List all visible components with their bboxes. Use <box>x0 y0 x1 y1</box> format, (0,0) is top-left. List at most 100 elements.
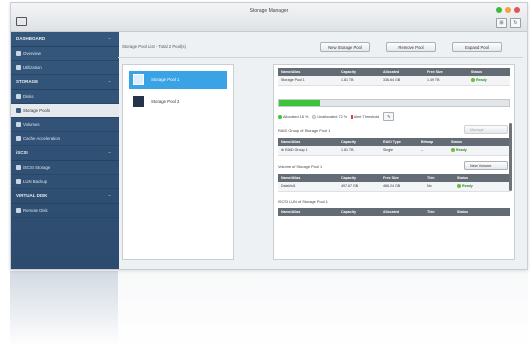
cell-capacity: 1.81 TB <box>341 78 354 82</box>
window-controls <box>496 7 520 13</box>
pool-detail-panel: Name/Alias Capacity Allocated Free Size … <box>273 64 515 260</box>
column-header[interactable]: Status <box>454 208 494 216</box>
legend-label: Unallocated 72 % <box>317 114 348 119</box>
pool-item-1[interactable]: Storage Pool 1 <box>129 71 227 89</box>
cell-name: Storage Pool 1 <box>281 78 305 82</box>
table-row[interactable]: DataVol1 497.67 GB 486.24 GB No Ready <box>278 182 510 192</box>
column-header[interactable]: Free Size <box>380 174 424 182</box>
sidebar-item-label: iSCSI Storage <box>23 165 51 170</box>
cache-icon <box>16 136 21 141</box>
header-divider <box>118 57 523 58</box>
column-header[interactable]: Free Size <box>424 68 468 76</box>
ready-check-icon <box>451 148 455 153</box>
sidebar-section-storage[interactable]: STORAGE − <box>11 75 119 90</box>
sidebar-item-disks[interactable]: Disks <box>11 90 119 104</box>
volume-section-title: Volume of Storage Pool 1 <box>278 164 323 169</box>
sidebar-item-lun-backup[interactable]: LUN Backup <box>11 175 119 189</box>
section-label: VIRTUAL DISK <box>16 193 48 198</box>
column-header[interactable]: Capacity <box>338 174 380 182</box>
collapse-icon: − <box>108 36 111 42</box>
window-title: Storage Manager <box>249 8 289 14</box>
sidebar-item-utilization[interactable]: Utilization <box>11 61 119 75</box>
column-header[interactable]: Allocated <box>380 68 424 76</box>
sidebar-item-label: LUN Backup <box>23 179 48 184</box>
usage-bar-fill <box>279 100 321 106</box>
grid-view-icon[interactable]: ⊞ <box>496 18 507 28</box>
expand-pool-button[interactable]: Expand Pool <box>452 42 502 52</box>
collapse-icon: − <box>108 193 111 199</box>
status-text: Ready <box>462 184 473 188</box>
legend-label: Alert Threshold <box>353 114 380 119</box>
sidebar-item-label: Utilization <box>23 65 42 70</box>
column-header[interactable]: Name/Alias <box>278 68 338 76</box>
column-header[interactable]: Capacity <box>338 138 380 146</box>
unallocated-swatch <box>312 114 317 119</box>
sidebar-item-cache-acceleration[interactable]: Cache Acceleration <box>11 132 119 146</box>
pool-label: Storage Pool 1 <box>151 77 180 82</box>
sidebar-item-label: Remote Disk <box>23 208 48 213</box>
pool-item-2[interactable]: Storage Pool 2 <box>129 93 227 111</box>
cell-free: 486.24 GB <box>383 184 401 188</box>
storage-pool-list: Storage Pool 1 Storage Pool 2 <box>122 64 234 260</box>
sidebar-section-dashboard[interactable]: DASHBOARD − <box>11 32 119 47</box>
legend-threshold: Alert Threshold <box>351 114 380 119</box>
column-header[interactable]: Allocated <box>380 208 424 216</box>
manage-button[interactable]: Manage <box>464 125 508 134</box>
column-header[interactable]: Bitmap <box>418 138 448 146</box>
sidebar-item-remote-disk[interactable]: Remote Disk <box>11 204 119 218</box>
section-label: STORAGE <box>16 79 39 84</box>
raid-section-title: RAID Group of Storage Pool 1 <box>278 128 331 133</box>
cell-free: 1.49 TB <box>427 78 440 82</box>
cell-text: RAID Group 1 <box>285 148 308 152</box>
column-header[interactable]: Name/Alias <box>278 138 338 146</box>
cell-status: Ready <box>454 182 494 191</box>
cell-name: DataVol1 <box>281 184 296 188</box>
column-header[interactable]: Status <box>448 138 488 146</box>
reflection-sidebar <box>10 271 118 347</box>
table-header: Name/Alias Capacity Allocated Thin Statu… <box>278 208 510 216</box>
column-header[interactable]: Thin <box>424 174 454 182</box>
column-header[interactable]: Capacity <box>338 68 380 76</box>
breadcrumb: Storage Pool List - Total 2 Pool(s) <box>122 44 186 49</box>
refresh-icon[interactable]: ↻ <box>510 18 521 28</box>
app-icon <box>16 17 27 26</box>
new-volume-button[interactable]: New Volume <box>464 161 508 170</box>
scrollbar[interactable] <box>509 123 512 191</box>
column-header[interactable]: Name/Alias <box>278 208 338 216</box>
edit-threshold-icon[interactable]: ✎ <box>383 112 395 121</box>
sidebar-item-overview[interactable]: Overview <box>11 47 119 61</box>
maximize-dot[interactable] <box>496 7 502 13</box>
legend-allocated: Allocated 18 % <box>278 114 309 119</box>
section-label: DASHBOARD <box>16 36 46 41</box>
cell-raid-type: Single <box>383 148 393 152</box>
column-header[interactable]: Thin <box>424 208 454 216</box>
disk-icon <box>16 94 21 99</box>
remove-pool-button[interactable]: Remove Pool <box>386 42 436 52</box>
pool-label: Storage Pool 2 <box>151 99 180 104</box>
sidebar-item-iscsi-storage[interactable]: iSCSI Storage <box>11 161 119 175</box>
close-dot[interactable] <box>514 7 520 13</box>
legend-label: Allocated 18 % <box>283 114 309 119</box>
pool-icon <box>133 96 144 107</box>
column-header[interactable]: RAID Type <box>380 138 418 146</box>
table-row[interactable]: ⊕ RAID Group 1 1.81 TB Single -- Ready <box>278 146 510 156</box>
raid-table: Name/Alias Capacity RAID Type Bitmap Sta… <box>278 138 510 156</box>
sidebar-item-volumes[interactable]: Volumes <box>11 118 119 132</box>
section-label: iSCSI <box>16 150 28 155</box>
column-header[interactable]: Status <box>454 174 494 182</box>
table-row[interactable]: Storage Pool 1 1.81 TB 336.64 GB 1.49 TB… <box>278 76 510 86</box>
minimize-dot[interactable] <box>505 7 511 13</box>
sidebar-section-virtual-disk[interactable]: VIRTUAL DISK − <box>11 189 119 204</box>
backup-icon <box>16 179 21 184</box>
storage-pool-icon <box>16 108 21 113</box>
volume-table: Name/Alias Capacity Free Size Thin Statu… <box>278 174 510 192</box>
sidebar-item-storage-pools[interactable]: Storage Pools <box>11 104 119 118</box>
cell-name: ⊕ RAID Group 1 <box>278 146 338 155</box>
column-header[interactable]: Status <box>468 68 510 76</box>
column-header[interactable]: Name/Alias <box>278 174 338 182</box>
table-header: Name/Alias Capacity RAID Type Bitmap Sta… <box>278 138 510 146</box>
title-bar: Storage Manager ⊞ ↻ <box>11 3 527 32</box>
column-header[interactable]: Capacity <box>338 208 380 216</box>
new-storage-pool-button[interactable]: New Storage Pool <box>320 42 370 52</box>
sidebar-section-iscsi[interactable]: iSCSI − <box>11 146 119 161</box>
